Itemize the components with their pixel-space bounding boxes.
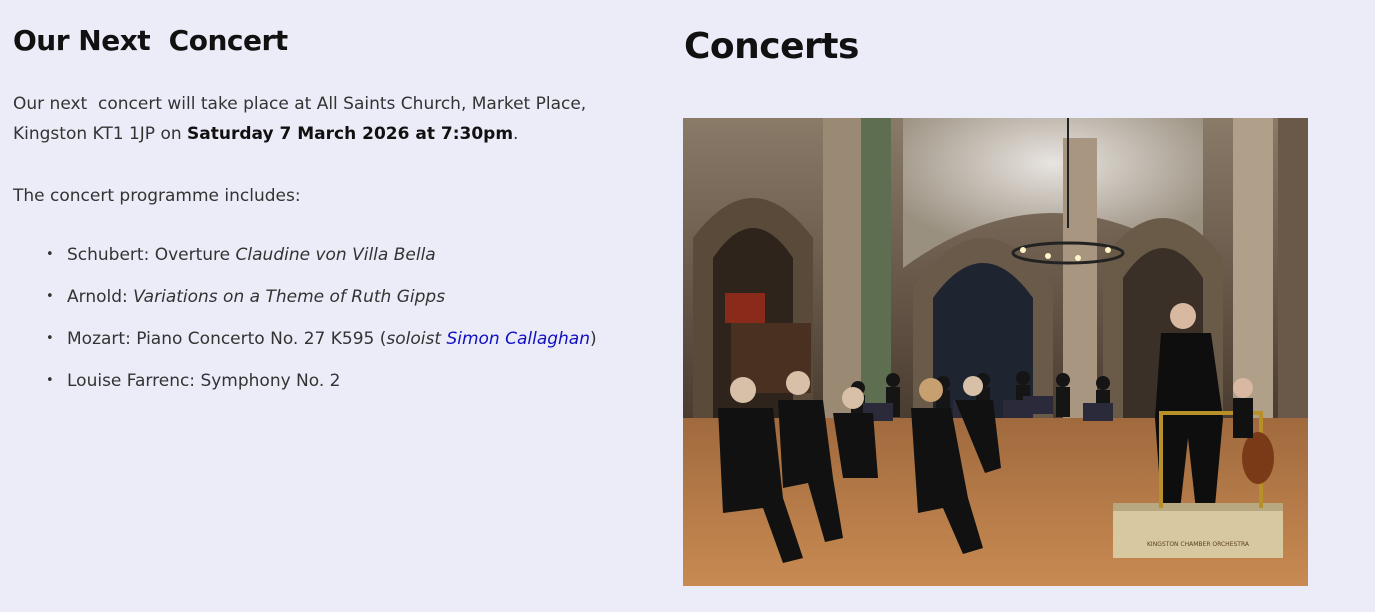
work-title: Claudine von Villa Bella (235, 245, 436, 265)
bullet-icon: • (46, 289, 54, 304)
bullet-icon: • (46, 247, 54, 262)
next-concert-heading: Our Next Concert (13, 24, 288, 57)
list-item: • Arnold: Variations on a Theme of Ruth … (13, 282, 597, 324)
composer: Louise Farrenc: Symphony No. 2 (67, 371, 341, 391)
bullet-icon: • (46, 331, 54, 346)
intro-suffix: . (513, 124, 519, 144)
list-item: • Mozart: Piano Concerto No. 27 K595 (so… (13, 324, 597, 366)
podium-text: KINGSTON CHAMBER ORCHESTRA (1147, 541, 1250, 548)
concert-intro: Our next concert will take place at All … (13, 89, 653, 149)
programme-label: The concert programme includes: (13, 186, 301, 206)
programme-list: • Schubert: Overture Claudine von Villa … (13, 240, 597, 408)
item-suffix: ) (590, 329, 597, 349)
composer: Mozart: Piano Concerto No. 27 K595 ( (67, 329, 387, 349)
soloist-label: soloist (386, 329, 447, 349)
list-item: • Schubert: Overture Claudine von Villa … (13, 240, 597, 282)
composer: Schubert: Overture (67, 245, 236, 265)
orchestra-photo: KINGSTON CHAMBER ORCHESTRA (683, 118, 1308, 586)
soloist-link[interactable]: Simon Callaghan (446, 329, 590, 349)
orchestra-photo-illustration: KINGSTON CHAMBER ORCHESTRA (683, 118, 1308, 586)
bullet-icon: • (46, 373, 54, 388)
list-item: • Louise Farrenc: Symphony No. 2 (13, 366, 597, 408)
concert-date: Saturday 7 March 2026 at 7:30pm (187, 124, 514, 144)
composer: Arnold: (67, 287, 134, 307)
concerts-heading: Concerts (684, 26, 859, 67)
work-title: Variations on a Theme of Ruth Gipps (133, 287, 446, 307)
